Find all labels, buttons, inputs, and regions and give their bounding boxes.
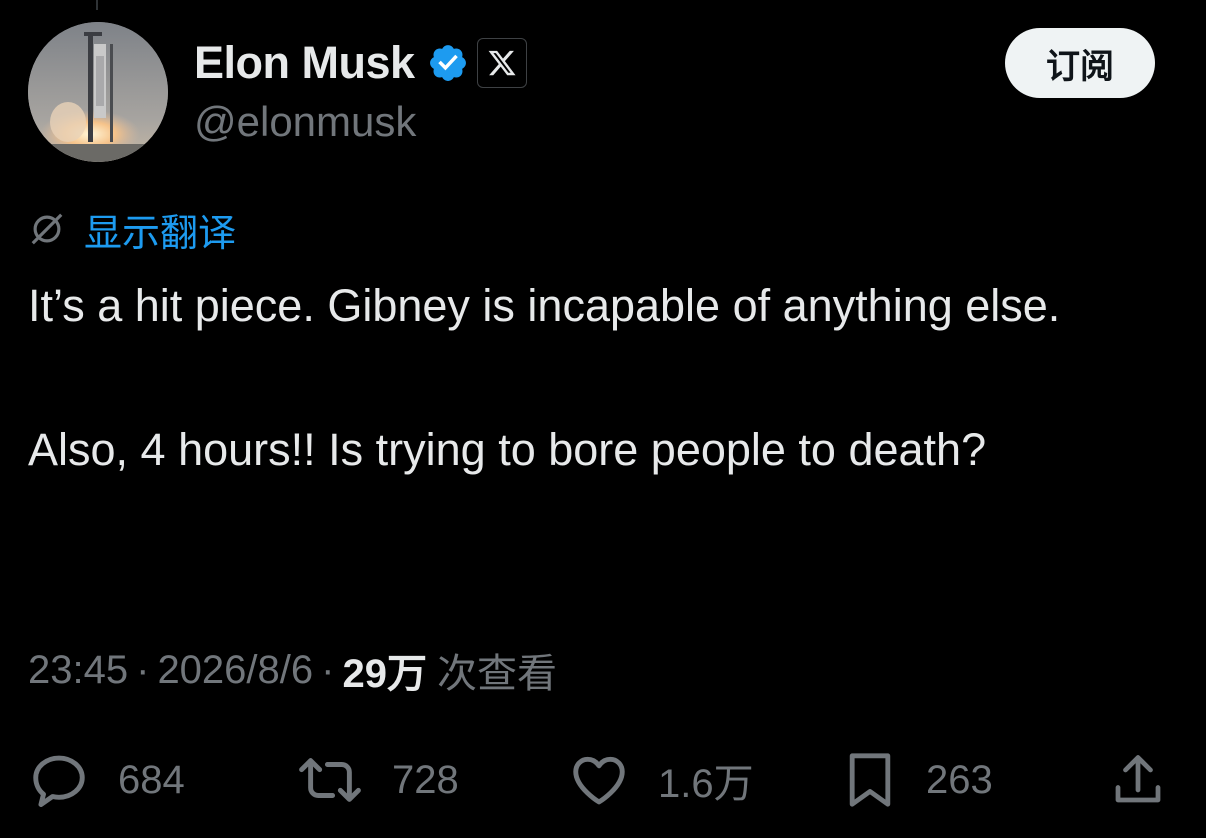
- tweet-paragraph: It’s a hit piece. Gibney is incapable of…: [28, 280, 1061, 331]
- verified-badge-icon[interactable]: [427, 42, 469, 84]
- author-display-name[interactable]: Elon Musk: [194, 37, 415, 89]
- thread-connector-line: [96, 0, 98, 10]
- share-icon: [1115, 755, 1161, 803]
- tweet-meta: 23:45 · 2026/8/6 · 29万 次查看: [28, 642, 557, 698]
- bookmark-button[interactable]: 263: [842, 748, 993, 812]
- share-button[interactable]: [1108, 748, 1168, 812]
- subscribe-button[interactable]: 订阅: [1005, 28, 1155, 98]
- tweet-date[interactable]: 2026/8/6: [157, 648, 313, 693]
- author-handle[interactable]: @elonmusk: [194, 98, 416, 146]
- tweet-paragraph: Also, 4 hours!! Is trying to bore people…: [28, 424, 987, 475]
- tweet-time[interactable]: 23:45: [28, 648, 128, 693]
- author-name-row: Elon Musk: [194, 34, 527, 92]
- x-logo-icon[interactable]: [476, 38, 527, 88]
- show-translation-link[interactable]: 显示翻译: [28, 206, 236, 255]
- avatar-rocket-image: [28, 22, 168, 162]
- bookmark-count: 263: [926, 757, 993, 802]
- like-count: 1.6万: [658, 762, 754, 806]
- views-count[interactable]: 29万: [342, 641, 427, 699]
- retweet-icon: [299, 758, 361, 802]
- avatar[interactable]: [28, 22, 168, 162]
- show-translation-label[interactable]: 显示翻译: [84, 202, 236, 257]
- like-button[interactable]: 1.6万: [568, 748, 754, 812]
- meta-separator: ·: [136, 647, 150, 692]
- meta-separator: ·: [321, 647, 335, 692]
- reply-count: 684: [118, 757, 185, 802]
- reply-icon: [33, 755, 85, 807]
- views-label[interactable]: 次查看: [437, 641, 557, 699]
- globe-slash-icon: [28, 210, 66, 248]
- bookmark-icon: [849, 753, 891, 807]
- reply-button[interactable]: 684: [28, 748, 185, 812]
- retweet-button[interactable]: 728: [296, 748, 459, 812]
- retweet-count: 728: [392, 757, 459, 802]
- heart-icon: [573, 756, 625, 805]
- tweet-text: It’s a hit piece. Gibney is incapable of…: [28, 270, 1188, 486]
